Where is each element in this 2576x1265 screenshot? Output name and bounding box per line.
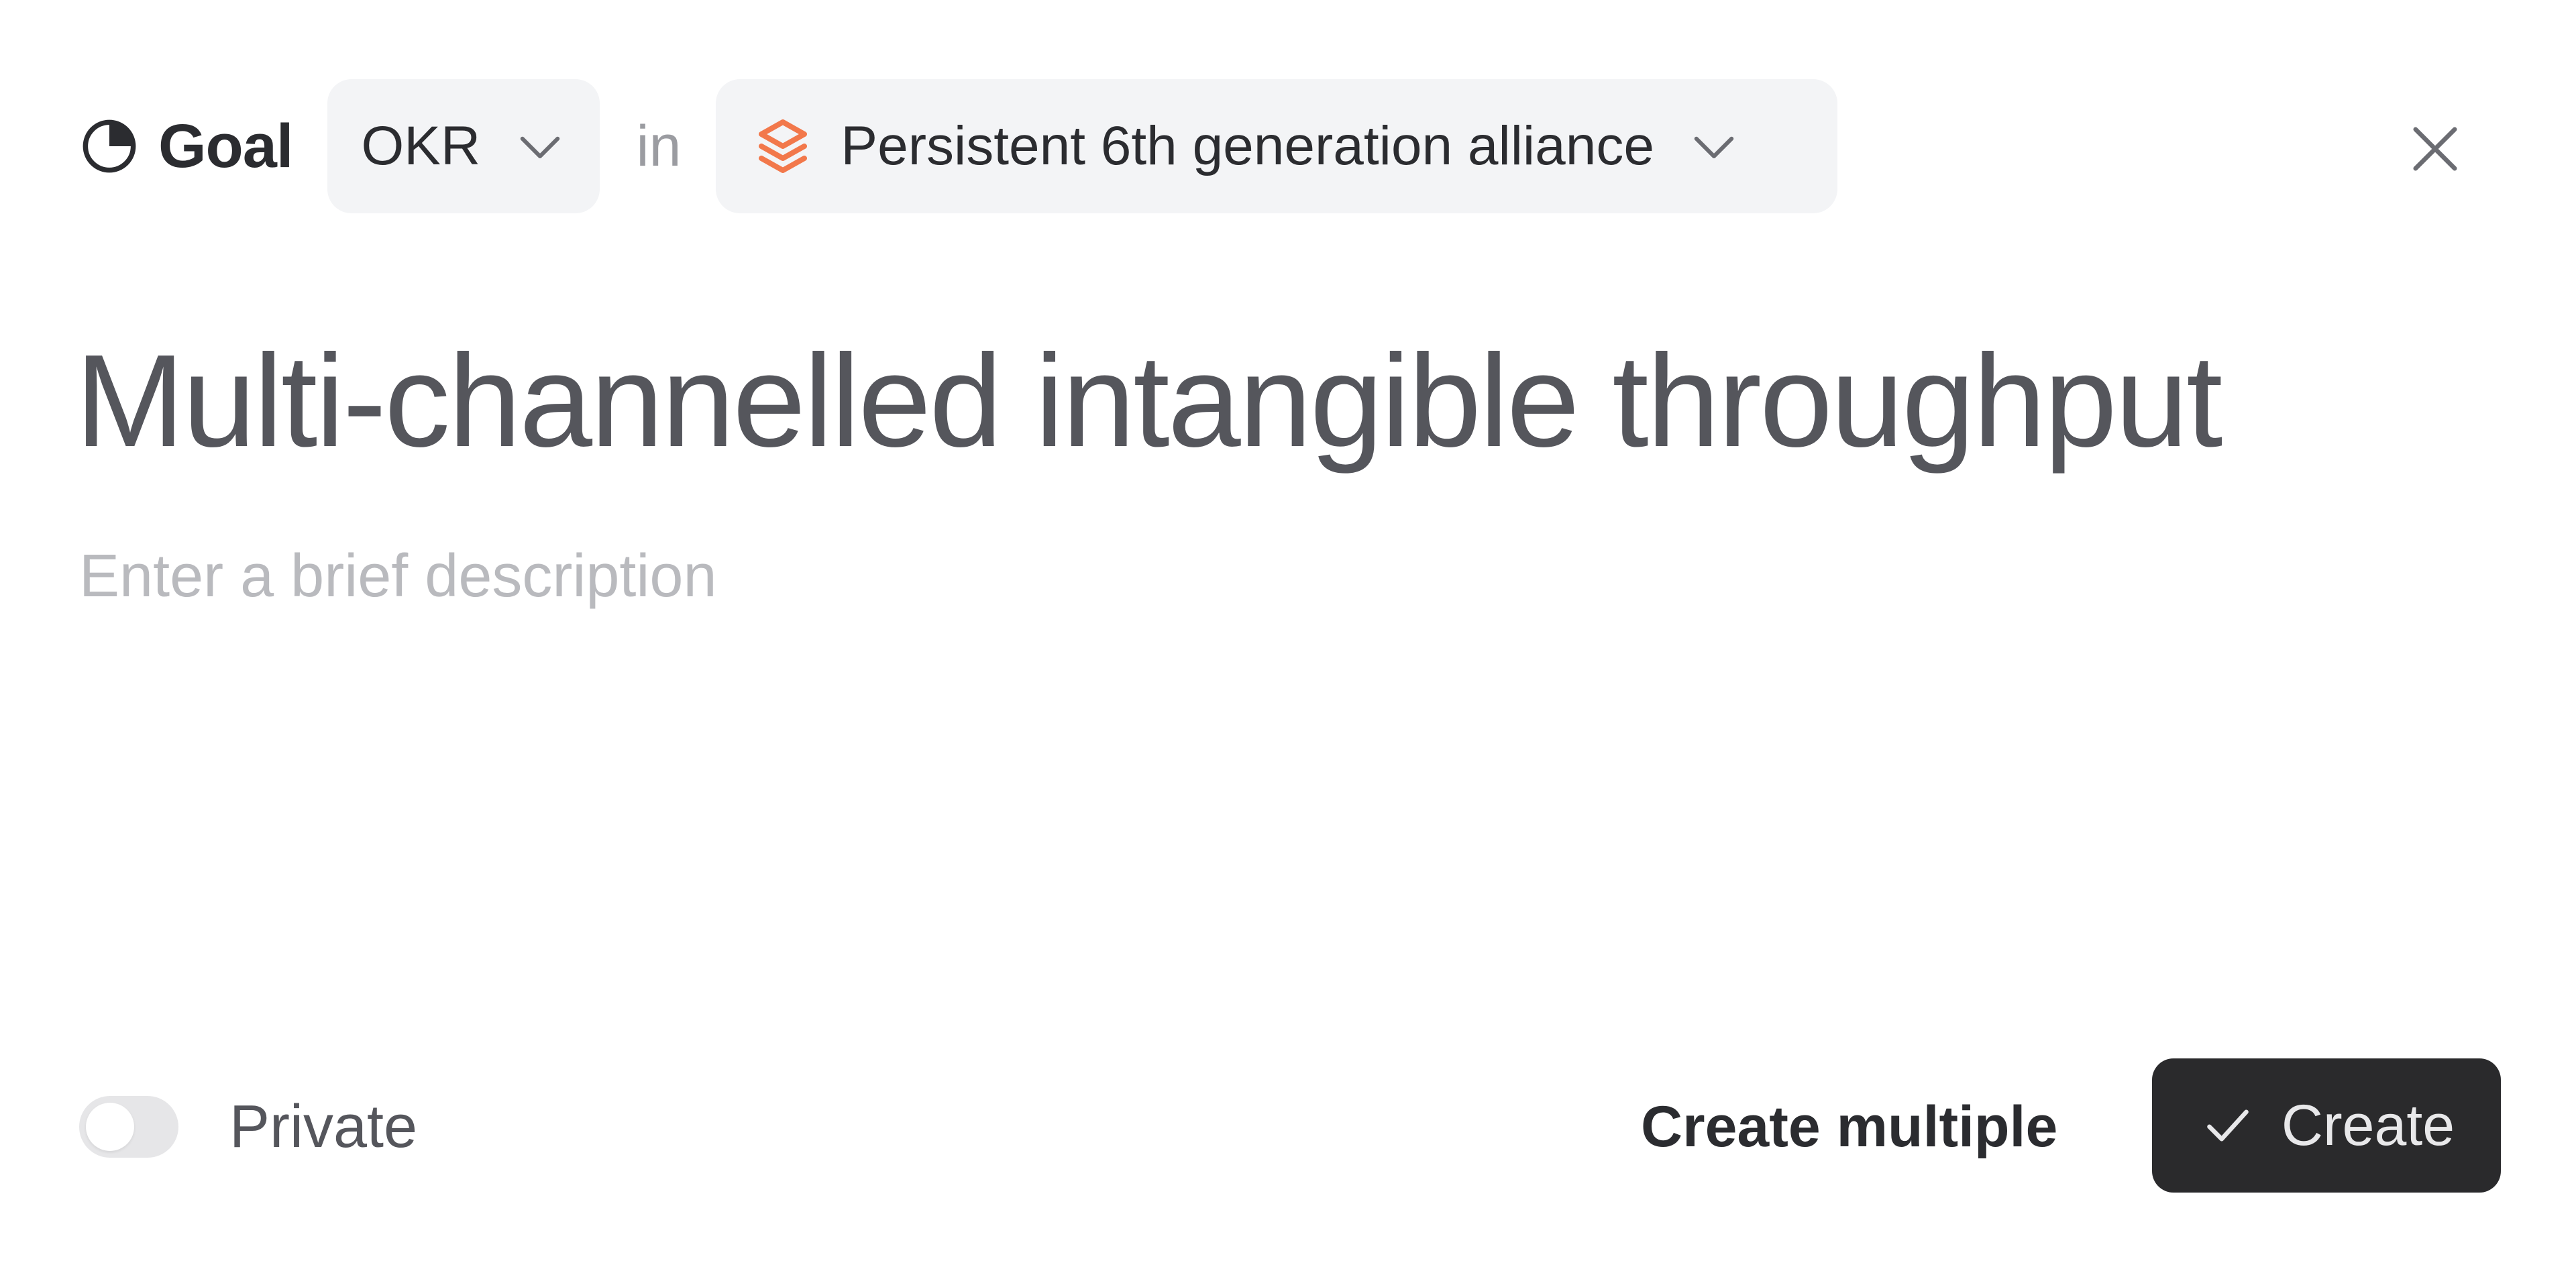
close-icon: [2402, 127, 2469, 185]
category-label: OKR: [361, 115, 481, 176]
description-field[interactable]: [79, 542, 2293, 611]
close-button[interactable]: [2402, 115, 2469, 182]
create-multiple-button[interactable]: Create multiple: [1641, 1087, 2057, 1167]
create-label: Create: [2281, 1093, 2455, 1158]
goal-type-label: Goal: [79, 111, 293, 182]
modal-header: Goal OKR in Persistent 6th generation al…: [79, 79, 1838, 213]
private-toggle[interactable]: [79, 1096, 178, 1158]
chevron-down-icon: [510, 116, 570, 176]
stack-layers-icon: [751, 114, 815, 178]
connector-text: in: [636, 113, 682, 178]
private-toggle-group: Private: [79, 1087, 417, 1167]
category-dropdown[interactable]: OKR: [327, 79, 600, 213]
check-icon: [2198, 1096, 2257, 1155]
toggle-knob: [86, 1103, 134, 1151]
chevron-down-icon: [1684, 116, 1744, 176]
goal-title-input[interactable]: Multi-channelled intangible throughput: [75, 322, 2222, 480]
create-goal-modal: Goal OKR in Persistent 6th generation al…: [0, 0, 2576, 1265]
private-label: Private: [229, 1093, 418, 1160]
goal-pie-icon: [79, 116, 140, 176]
create-button[interactable]: Create: [2152, 1058, 2501, 1193]
goal-type-text: Goal: [158, 111, 293, 180]
project-dropdown[interactable]: Persistent 6th generation alliance: [716, 79, 1838, 213]
project-label: Persistent 6th generation alliance: [841, 115, 1654, 176]
